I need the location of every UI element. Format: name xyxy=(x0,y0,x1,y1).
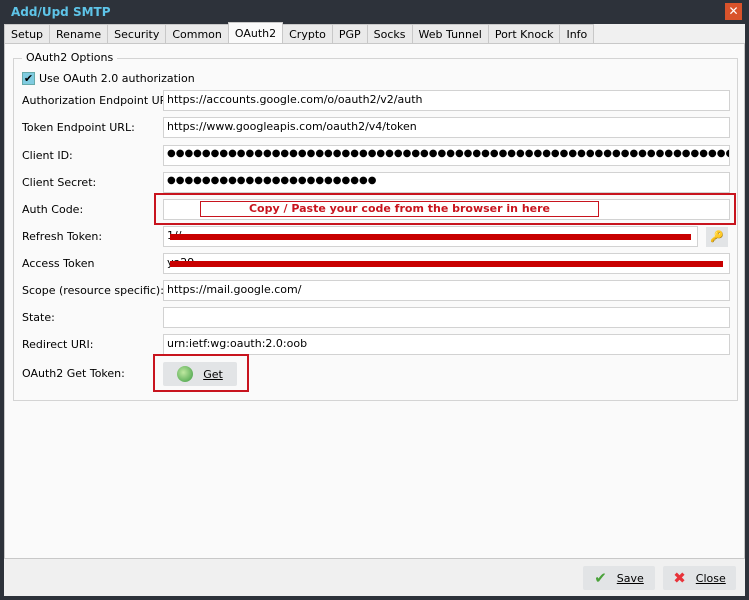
close-label: Close xyxy=(695,571,726,585)
use-oauth-checkbox[interactable]: ✔ Use OAuth 2.0 authorization xyxy=(22,72,195,85)
save-label: Save xyxy=(616,571,644,585)
title-bar: Add/Upd SMTP ✕ xyxy=(0,0,749,24)
group-title: OAuth2 Options xyxy=(22,51,118,64)
tab-web-tunnel[interactable]: Web Tunnel xyxy=(411,24,489,44)
auth-code-highlight xyxy=(154,193,736,225)
key-icon[interactable]: 🔑 xyxy=(706,227,728,247)
redirect-uri-label: Redirect URI: xyxy=(22,338,94,351)
get-button-highlight xyxy=(153,354,249,392)
save-button[interactable]: ✔ Save xyxy=(583,566,655,590)
access-token-label: Access Token xyxy=(22,257,95,270)
tab-crypto[interactable]: Crypto xyxy=(282,24,333,44)
tab-setup[interactable]: Setup xyxy=(4,24,51,44)
client-id-input[interactable]: ●●●●●●●●●●●●●●●●●●●●●●●●●●●●●●●●●●●●●●●●… xyxy=(163,145,730,166)
tab-oauth2[interactable]: OAuth2 xyxy=(227,22,284,44)
refresh-token-input[interactable]: 1// xyxy=(163,226,698,247)
token-endpoint-label: Token Endpoint URL: xyxy=(22,121,135,134)
redaction-bar xyxy=(170,234,691,240)
checkmark-icon: ✔ xyxy=(594,569,607,587)
tab-common[interactable]: Common xyxy=(165,24,229,44)
auth-endpoint-label: Authorization Endpoint URL: xyxy=(22,94,178,107)
tab-socks[interactable]: Socks xyxy=(366,24,413,44)
close-button[interactable]: ✖ Close xyxy=(663,566,736,590)
state-input[interactable] xyxy=(163,307,730,328)
scope-input[interactable]: https://mail.google.com/ xyxy=(163,280,730,301)
get-token-label: OAuth2 Get Token: xyxy=(22,367,125,380)
tab-pgp[interactable]: PGP xyxy=(331,24,368,44)
checkmark-icon: ✔ xyxy=(22,72,35,85)
scope-label: Scope (resource specific): xyxy=(22,284,164,297)
tab-security[interactable]: Security xyxy=(107,24,167,44)
redaction-bar xyxy=(170,261,723,267)
refresh-token-label: Refresh Token: xyxy=(22,230,103,243)
redirect-uri-input[interactable]: urn:ietf:wg:oauth:2.0:oob xyxy=(163,334,730,355)
x-icon: ✖ xyxy=(673,569,686,587)
tab-bar: Setup Rename Security Common OAuth2 Crypto PGP… xyxy=(4,22,595,44)
tab-info[interactable]: Info xyxy=(559,24,595,44)
tab-rename[interactable]: Rename xyxy=(49,24,109,44)
window-title: Add/Upd SMTP xyxy=(11,5,111,19)
state-label: State: xyxy=(22,311,55,324)
client-id-label: Client ID: xyxy=(22,149,73,162)
token-endpoint-input[interactable]: https://www.googleapis.com/oauth2/v4/tok… xyxy=(163,117,730,138)
use-oauth-label: Use OAuth 2.0 authorization xyxy=(39,72,195,85)
access-token-input[interactable]: ya29 xyxy=(163,253,730,274)
close-icon[interactable]: ✕ xyxy=(725,3,742,20)
tab-port-knock[interactable]: Port Knock xyxy=(487,24,561,44)
auth-code-label: Auth Code: xyxy=(22,203,84,216)
auth-endpoint-input[interactable]: https://accounts.google.com/o/oauth2/v2/… xyxy=(163,90,730,111)
client-secret-label: Client Secret: xyxy=(22,176,97,189)
client-secret-input[interactable]: ●●●●●●●●●●●●●●●●●●●●●●●● xyxy=(163,172,730,193)
